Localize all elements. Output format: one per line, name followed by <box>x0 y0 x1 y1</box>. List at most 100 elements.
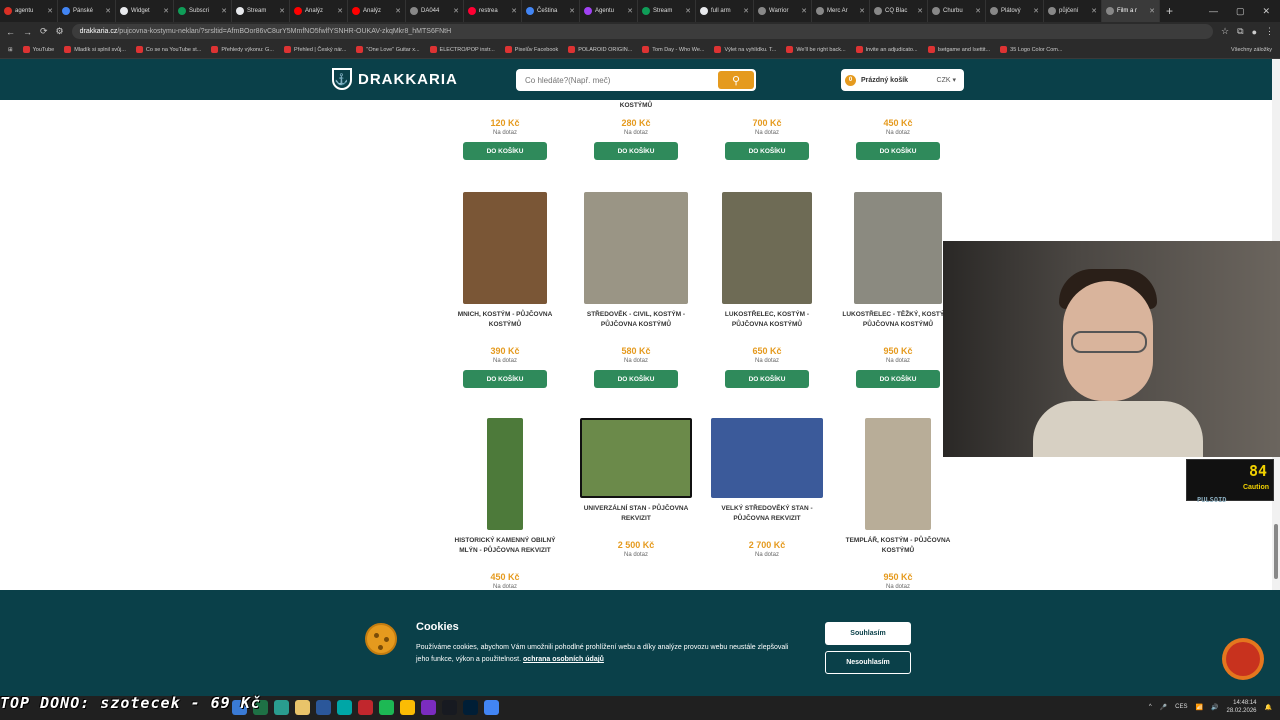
browser-tab[interactable]: půjčení ✕ <box>1044 0 1102 22</box>
tab-close-icon[interactable]: ✕ <box>917 7 923 15</box>
add-to-cart-button[interactable]: DO KOŠÍKU <box>463 142 547 160</box>
browser-tab[interactable]: Stream ✕ <box>232 0 290 22</box>
bookmark-item[interactable]: Přehledy výkonu: G... <box>211 46 274 53</box>
tab-close-icon[interactable]: ✕ <box>337 7 343 15</box>
accept-cookies-button[interactable]: Souhlasím <box>825 622 911 645</box>
product-name[interactable]: STŘEDOVĚK - CIVIL, kostým - PŮJČOVNA KOS… <box>577 310 695 338</box>
tab-close-icon[interactable]: ✕ <box>1033 7 1039 15</box>
steam-icon[interactable] <box>442 700 457 715</box>
product-name[interactable]: LUKOSTŘELEC, kostým - PŮJČOVNA KOSTÝMŮ <box>708 310 826 338</box>
tab-close-icon[interactable]: ✕ <box>47 7 53 15</box>
product-card[interactable]: MNICH, kostým - PŮJČOVNA KOSTÝMŮ 390 Kč Na… <box>446 192 564 388</box>
tab-close-icon[interactable]: ✕ <box>221 7 227 15</box>
notifications-icon[interactable]: 🔔 <box>1265 704 1272 711</box>
browser-tab[interactable]: Čeština ✕ <box>522 0 580 22</box>
tab-close-icon[interactable]: ✕ <box>801 7 807 15</box>
browser-tab[interactable]: Merc Ar ✕ <box>812 0 870 22</box>
product-card[interactable]: VELKÝ STŘEDOVĚKÝ STAN - PŮJČOVNA REKVIZI… <box>708 418 826 558</box>
browser-tab[interactable]: restrea ✕ <box>464 0 522 22</box>
product-image[interactable] <box>711 418 823 498</box>
close-window-icon[interactable]: ✕ <box>1262 6 1270 17</box>
bookmark-item[interactable]: Mladík si splnil svůj... <box>64 46 126 53</box>
browser-tab[interactable]: Analýz ✕ <box>348 0 406 22</box>
add-to-cart-button[interactable]: DO KOŠÍKU <box>856 142 940 160</box>
product-card[interactable]: LUKOSTŘELEC - TĚŽKÝ, kostým - PŮJČOVNA K… <box>839 192 957 388</box>
add-to-cart-button[interactable]: DO KOŠÍKU <box>594 370 678 388</box>
tray-chevron-icon[interactable]: ^ <box>1149 704 1152 710</box>
volume-icon[interactable]: 🔊 <box>1211 704 1218 711</box>
app-icon[interactable] <box>274 700 289 715</box>
extensions-icon[interactable]: ⧉ <box>1237 26 1243 37</box>
browser-tab[interactable]: Analýz ✕ <box>290 0 348 22</box>
search-input[interactable] <box>516 69 718 91</box>
browser-tab[interactable]: Stream ✕ <box>638 0 696 22</box>
product-image[interactable] <box>854 192 942 304</box>
spotify-icon[interactable] <box>379 700 394 715</box>
photoshop-icon[interactable] <box>463 700 478 715</box>
tab-close-icon[interactable]: ✕ <box>511 7 517 15</box>
site-logo[interactable]: ⚓ DRAKKARIA <box>332 68 458 90</box>
tab-close-icon[interactable]: ✕ <box>1091 7 1097 15</box>
bookmark-item[interactable]: Isetgame and Isettit... <box>927 46 990 53</box>
browser-tab[interactable]: Pánské ✕ <box>58 0 116 22</box>
tab-close-icon[interactable]: ✕ <box>453 7 459 15</box>
address-bar[interactable]: drakkaria.cz/pujcovna-kostymu-neklan/?sr… <box>71 24 1214 39</box>
forward-icon[interactable]: → <box>23 27 32 37</box>
product-name[interactable]: UNIVERZÁLNÍ STAN - PŮJČOVNA REKVIZIT <box>577 504 695 532</box>
minimize-icon[interactable]: — <box>1209 6 1218 17</box>
browser-tab[interactable]: Warrior ✕ <box>754 0 812 22</box>
product-image[interactable] <box>463 192 547 304</box>
product-name[interactable]: TEMPLÁŘ, kostým - PŮJČOVNA KOSTÝMŮ <box>839 536 957 564</box>
tab-close-icon[interactable]: ✕ <box>743 7 749 15</box>
product-name[interactable]: HISTORICKÝ KAMENNÝ OBILNÝ MLÝN - PŮJČOVN… <box>446 536 564 564</box>
tab-close-icon[interactable]: ✕ <box>163 7 169 15</box>
menu-icon[interactable]: ⋮ <box>1265 26 1274 37</box>
product-image[interactable] <box>487 418 523 530</box>
product-name[interactable]: MNICH, kostým - PŮJČOVNA KOSTÝMŮ <box>446 310 564 338</box>
product-name[interactable] <box>708 101 826 110</box>
lang-indicator[interactable]: CES <box>1175 704 1187 710</box>
tab-close-icon[interactable]: ✕ <box>569 7 575 15</box>
app-icon[interactable] <box>358 700 373 715</box>
browser-tab[interactable]: agentu ✕ <box>0 0 58 22</box>
clock[interactable]: 14:48:14 28.02.2026 <box>1226 699 1256 715</box>
tab-close-icon[interactable]: ✕ <box>279 7 285 15</box>
bookmark-item[interactable]: POLAROID ORIGIN... <box>568 46 632 53</box>
product-name[interactable] <box>446 101 564 110</box>
bookmark-item[interactable]: "One Love" Guitar x... <box>356 46 420 53</box>
privacy-link[interactable]: ochrana osobních údajů <box>523 656 604 663</box>
bookmark-star-icon[interactable]: ☆ <box>1221 26 1229 37</box>
product-card[interactable]: 700 Kč Na dotaz DO KOŠÍKU <box>708 95 826 160</box>
back-icon[interactable]: ← <box>6 27 15 37</box>
search-button[interactable]: ⚲ <box>718 71 754 89</box>
product-card[interactable]: LUKOSTŘELEC, kostým - PŮJČOVNA KOSTÝMŮ 65… <box>708 192 826 388</box>
mic-icon[interactable]: 🎤 <box>1160 704 1167 711</box>
product-image[interactable] <box>584 192 688 304</box>
add-to-cart-button[interactable]: DO KOŠÍKU <box>725 142 809 160</box>
bookmark-item[interactable]: Pixelův Facebook <box>504 46 558 53</box>
tab-close-icon[interactable]: ✕ <box>975 7 981 15</box>
product-card[interactable]: HISTORICKÝ KAMENNÝ OBILNÝ MLÝN - PŮJČOVN… <box>446 418 564 590</box>
tab-close-icon[interactable]: ✕ <box>1149 7 1155 15</box>
apps-grid-icon[interactable]: ⊞ <box>8 47 13 53</box>
tab-close-icon[interactable]: ✕ <box>859 7 865 15</box>
explorer-icon[interactable] <box>295 700 310 715</box>
browser-tab[interactable]: full arm ✕ <box>696 0 754 22</box>
product-card[interactable]: 120 Kč Na dotaz DO KOŠÍKU <box>446 95 564 160</box>
bookmark-item[interactable]: Přehled | Český nár... <box>283 46 346 53</box>
add-to-cart-button[interactable]: DO KOŠÍKU <box>463 370 547 388</box>
chrome-icon[interactable] <box>484 700 499 715</box>
word-icon[interactable] <box>316 700 331 715</box>
all-bookmarks-folder[interactable]: Všechny záložky <box>1231 47 1272 53</box>
scrollbar-thumb[interactable] <box>1274 524 1278 579</box>
tab-close-icon[interactable]: ✕ <box>627 7 633 15</box>
add-to-cart-button[interactable]: DO KOŠÍKU <box>856 370 940 388</box>
bookmark-item[interactable]: Výlet na vyhlídku. T... <box>714 46 776 53</box>
product-card[interactable]: UNIVERZÁLNÍ STAN - PŮJČOVNA REKVIZIT 2 50… <box>577 418 695 558</box>
product-card[interactable]: STŘEDOVĚK - CIVIL, kostým - PŮJČOVNA KOS… <box>577 192 695 388</box>
browser-tab[interactable]: DA044 ✕ <box>406 0 464 22</box>
site-info-icon[interactable]: ⚙ <box>56 26 64 37</box>
app-icon[interactable] <box>337 700 352 715</box>
add-to-cart-button[interactable]: DO KOŠÍKU <box>594 142 678 160</box>
add-to-cart-button[interactable]: DO KOŠÍKU <box>725 370 809 388</box>
